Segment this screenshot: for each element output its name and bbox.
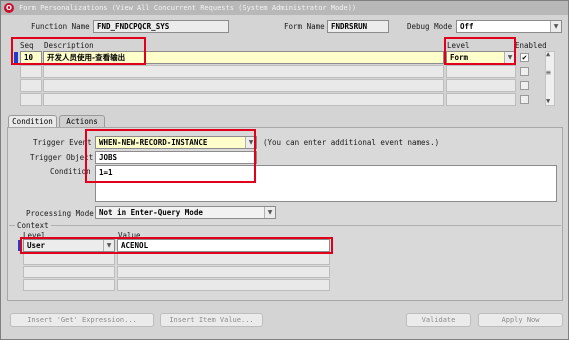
debug-mode-value: Off <box>460 22 474 31</box>
enabled-checkbox[interactable]: ✔ <box>520 53 529 62</box>
apply-now-button[interactable]: Apply Now <box>478 313 563 327</box>
trigger-event-label: Trigger Event <box>33 138 92 147</box>
oracle-logo-icon: O <box>4 3 14 13</box>
form-name-field[interactable]: FNDRSRUN <box>327 20 389 33</box>
level-cell[interactable] <box>446 79 516 92</box>
description-cell[interactable] <box>43 79 444 92</box>
validate-button[interactable]: Validate <box>406 313 471 327</box>
context-divider <box>9 225 561 226</box>
debug-mode-dropdown-icon[interactable]: ▼ <box>550 21 561 32</box>
trigger-event-hint: (You can enter additional event names.) <box>263 138 440 147</box>
enabled-checkbox[interactable] <box>520 95 529 104</box>
context-level-select[interactable] <box>23 266 115 278</box>
form-name-label: Form Name <box>284 22 325 31</box>
insert-get-expression-button[interactable]: Insert 'Get' Expression... <box>10 313 154 327</box>
scroll-up-icon[interactable]: ▲ <box>546 49 550 60</box>
processing-mode-label: Processing Mode <box>26 209 94 218</box>
function-name-field[interactable]: FND_FNDCPQCR_SYS <box>93 20 229 33</box>
seq-cell[interactable] <box>20 93 42 106</box>
highlight-box <box>444 37 516 65</box>
form-personalization-window: Form Personalizations (View All Concurre… <box>0 0 569 340</box>
context-value-field[interactable] <box>117 279 330 291</box>
processing-mode-value: Not in Enter-Query Mode <box>99 208 203 217</box>
context-level-select[interactable] <box>23 253 115 265</box>
trigger-object-label: Trigger Object <box>30 153 94 162</box>
seq-cell[interactable] <box>20 79 42 92</box>
description-cell[interactable] <box>43 65 444 78</box>
highlight-box <box>11 37 146 65</box>
description-cell[interactable] <box>43 93 444 106</box>
context-value-field[interactable] <box>117 253 330 265</box>
level-cell[interactable] <box>446 93 516 106</box>
function-name-label: Function Name <box>31 22 90 31</box>
processing-mode-select[interactable]: Not in Enter-Query Mode <box>95 206 276 219</box>
scroll-grip-icon[interactable]: ≡ <box>546 67 551 78</box>
enabled-column-header: Enabled <box>515 41 547 50</box>
debug-mode-label: Debug Mode <box>407 22 453 31</box>
window-title: Form Personalizations (View All Concurre… <box>19 4 357 12</box>
scroll-down-icon[interactable]: ▼ <box>546 96 550 107</box>
window-titlebar: Form Personalizations (View All Concurre… <box>1 1 568 15</box>
level-cell[interactable] <box>446 65 516 78</box>
debug-mode-select[interactable]: Off <box>456 20 562 33</box>
insert-item-value-button[interactable]: Insert Item Value... <box>160 313 263 327</box>
seq-cell[interactable] <box>20 65 42 78</box>
processing-mode-dropdown-icon[interactable]: ▼ <box>264 207 275 218</box>
enabled-checkbox[interactable] <box>520 67 529 76</box>
context-level-select[interactable] <box>23 279 115 291</box>
enabled-checkbox[interactable] <box>520 81 529 90</box>
highlight-box <box>85 129 256 183</box>
highlight-box <box>20 237 333 254</box>
context-value-field[interactable] <box>117 266 330 278</box>
